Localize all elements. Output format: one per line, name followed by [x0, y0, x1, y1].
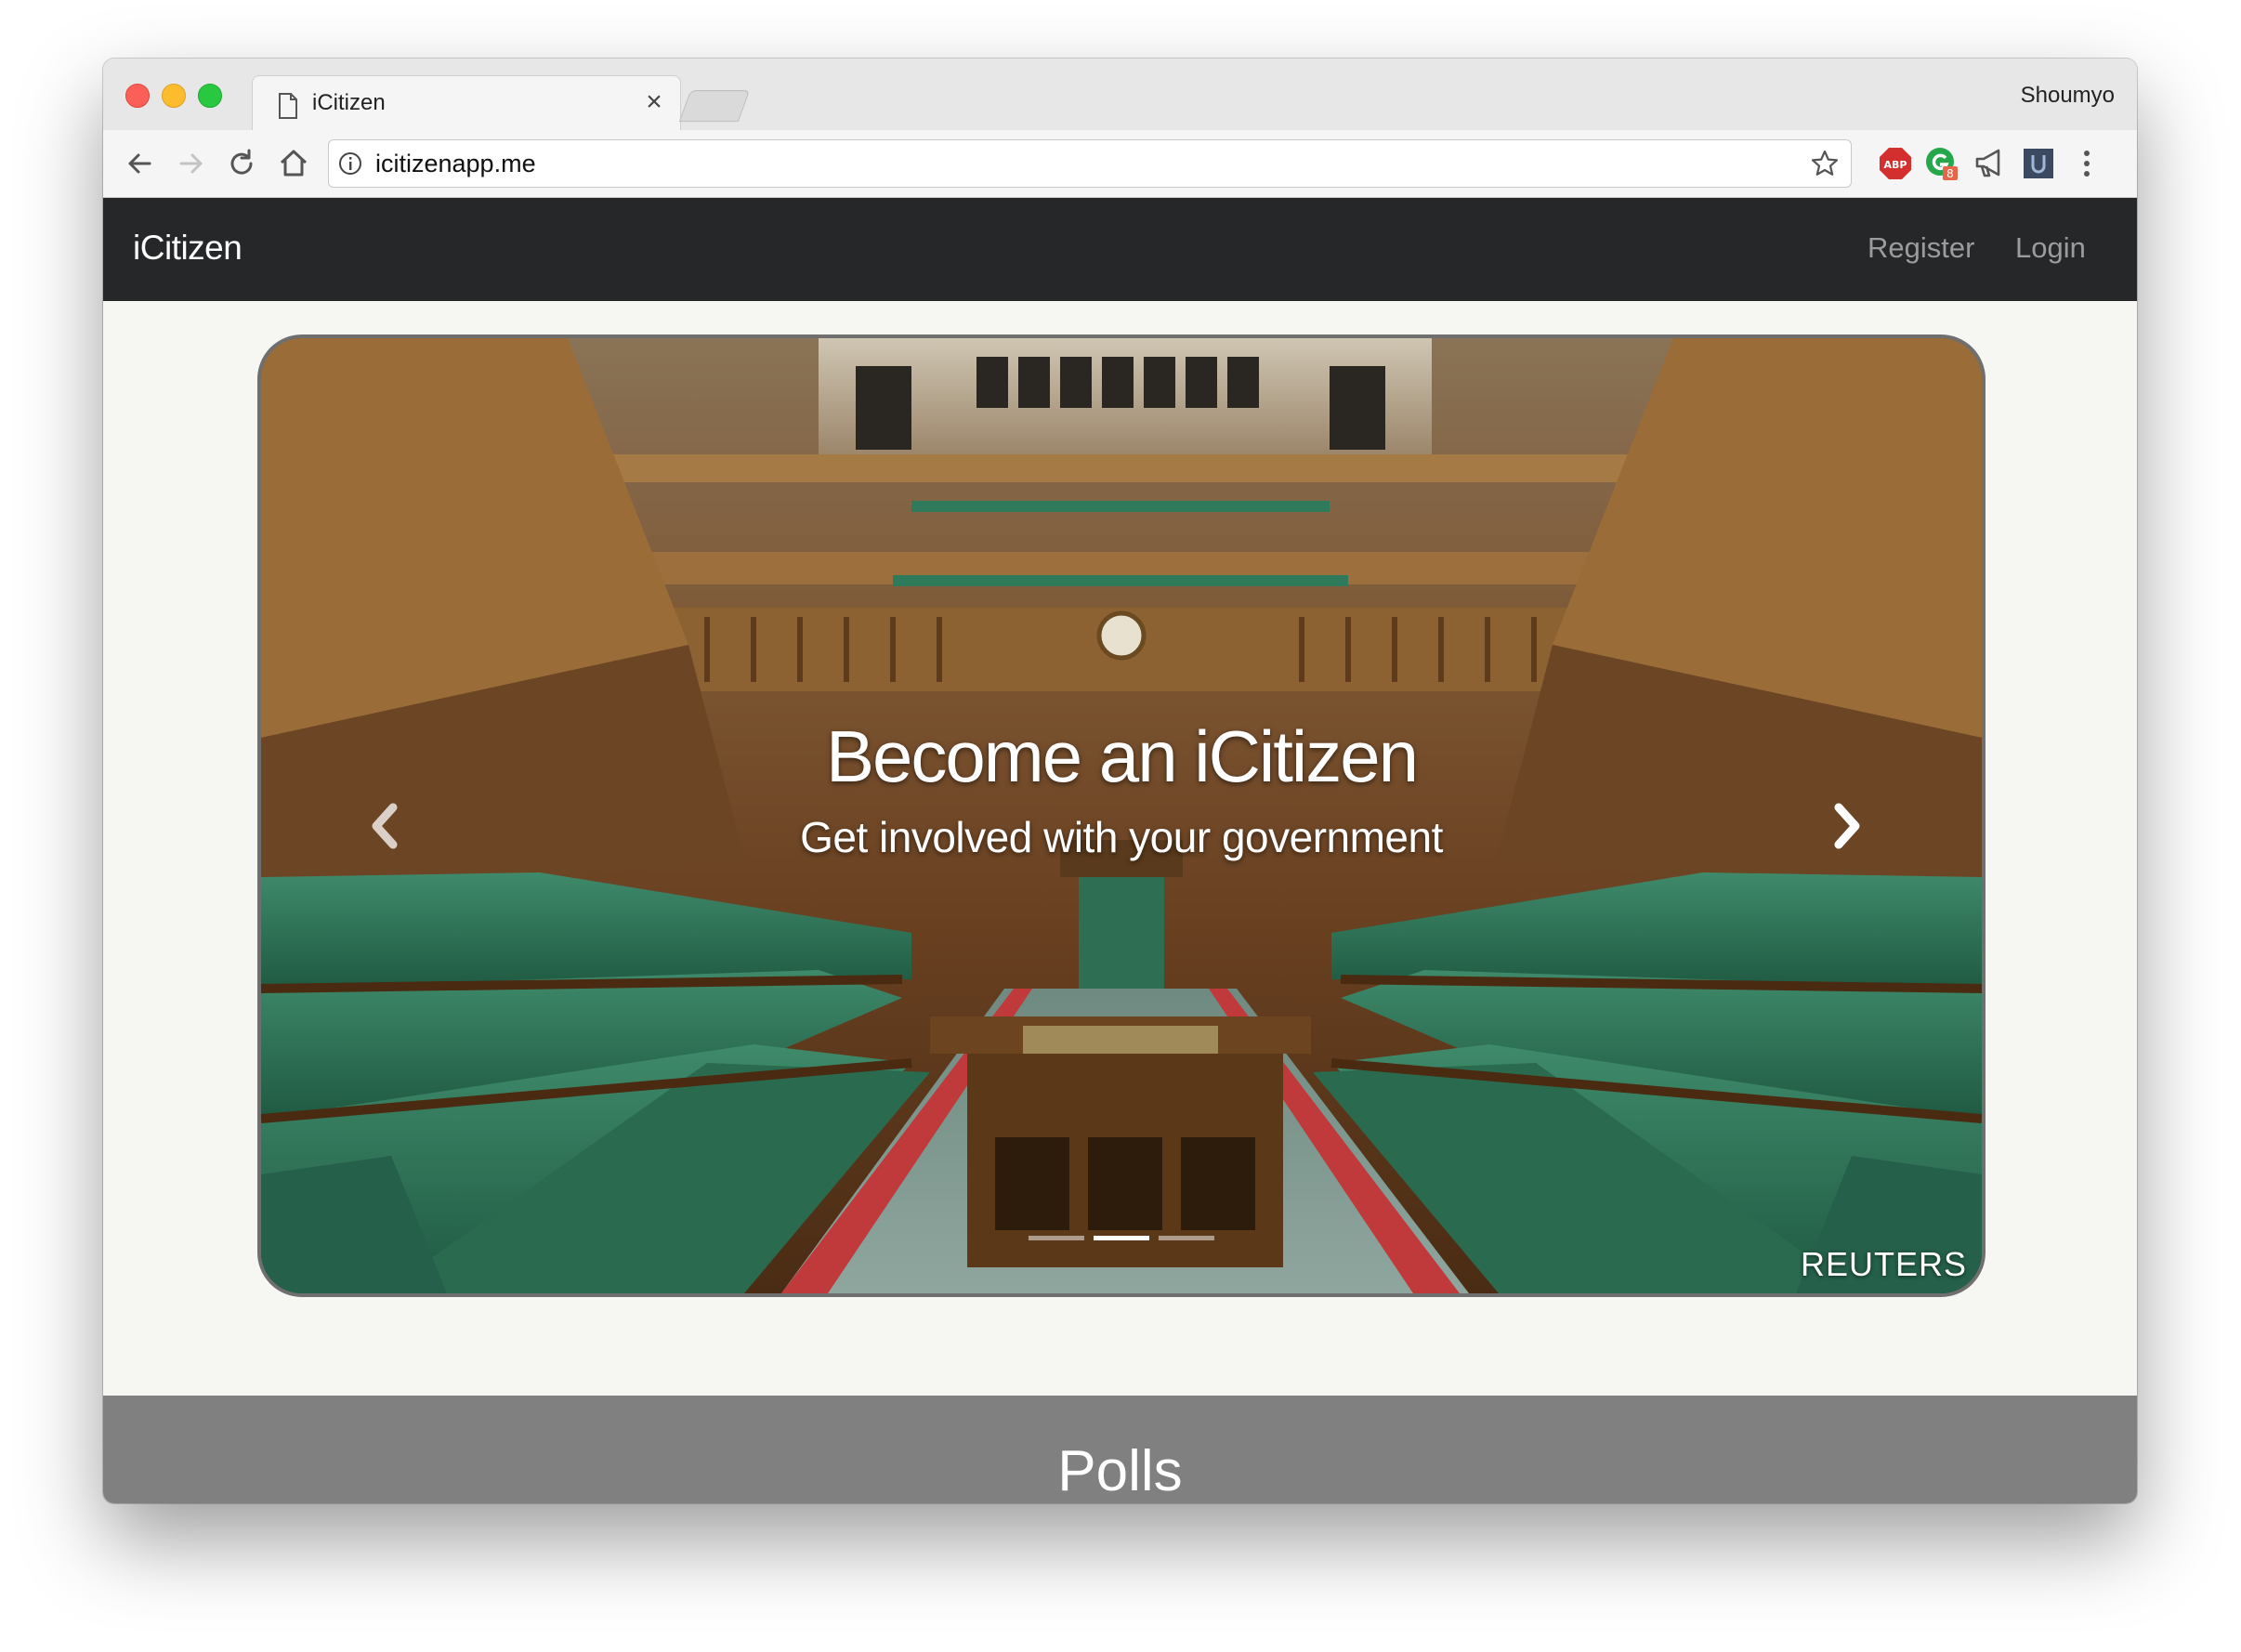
bookmark-star-icon[interactable]	[1810, 149, 1840, 178]
ublock-shield-icon[interactable]	[2021, 146, 2056, 181]
megaphone-icon[interactable]	[1972, 146, 2008, 181]
tab-strip: iCitizen × Shoumyo	[103, 59, 2137, 132]
register-link[interactable]: Register	[1868, 231, 1974, 265]
carousel-indicator[interactable]	[1028, 1236, 1084, 1240]
chevron-left-icon[interactable]	[363, 798, 406, 854]
image-watermark: REUTERS	[1800, 1245, 1967, 1283]
home-icon[interactable]	[276, 146, 311, 181]
carousel-indicator[interactable]	[1159, 1236, 1215, 1240]
browser-window: iCitizen × Shoumyo icitizenapp.me ABP 8 …	[103, 59, 2137, 1503]
adblock-plus-icon[interactable]: ABP	[1878, 146, 1913, 181]
hero-carousel: Become an iCitizen Get involved with you…	[257, 334, 1985, 1297]
site-info-icon[interactable]	[338, 151, 362, 176]
carousel-title: Become an iCitizen	[826, 715, 1419, 797]
carousel-indicators	[261, 1228, 1982, 1245]
browser-tab[interactable]: iCitizen ×	[252, 75, 681, 132]
browser-toolbar: icitizenapp.me ABP 8	[103, 130, 2137, 198]
extension-badge: 8	[1946, 167, 1954, 180]
abp-label: ABP	[1884, 159, 1907, 171]
tab-title: iCitizen	[312, 90, 386, 115]
polls-heading: Polls	[1057, 1439, 1183, 1503]
close-tab-icon[interactable]: ×	[639, 86, 669, 117]
site-navbar: iCitizen Register Login	[103, 198, 2137, 301]
polls-section: Polls	[103, 1396, 2137, 1503]
address-bar[interactable]: icitizenapp.me	[328, 139, 1852, 188]
reload-icon[interactable]	[224, 146, 259, 181]
grammarly-icon[interactable]: 8	[1924, 146, 1959, 181]
menu-kebab-icon[interactable]	[2069, 146, 2104, 181]
forward-arrow-icon[interactable]	[174, 146, 209, 181]
maximize-window-button[interactable]	[198, 84, 222, 108]
login-link[interactable]: Login	[2015, 231, 2086, 265]
page-icon	[279, 93, 297, 119]
back-arrow-icon[interactable]	[122, 146, 157, 181]
minimize-window-button[interactable]	[162, 84, 186, 108]
carousel-subtitle: Get involved with your government	[800, 813, 1443, 861]
new-tab-button[interactable]	[678, 90, 751, 122]
carousel-indicator-active[interactable]	[1094, 1236, 1149, 1240]
close-window-button[interactable]	[125, 84, 150, 108]
page-content: Become an iCitizen Get involved with you…	[103, 301, 2137, 1396]
profile-name[interactable]: Shoumyo	[2021, 83, 2115, 109]
chevron-right-icon[interactable]	[1826, 798, 1868, 854]
url-text[interactable]: icitizenapp.me	[375, 150, 536, 178]
brand-logo[interactable]: iCitizen	[133, 229, 242, 268]
